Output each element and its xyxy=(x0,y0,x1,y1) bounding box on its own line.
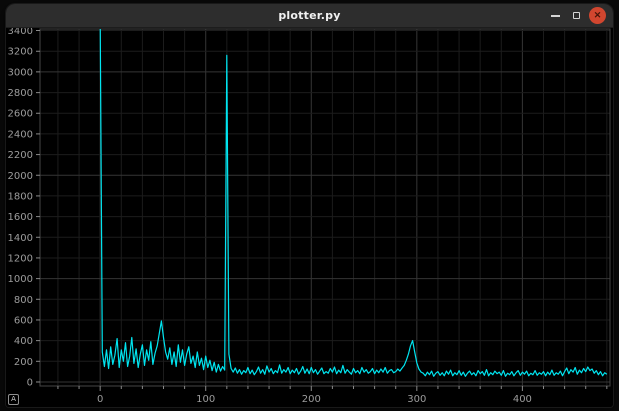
app-window: plotter.py ✕ 0 100 200 300 400 0 200 400 600 800 1… xyxy=(6,4,613,407)
y-tick-label: 2000 xyxy=(8,171,33,182)
y-tick-label: 200 xyxy=(14,357,33,368)
plot-canvas[interactable]: 0 100 200 300 400 0 200 400 600 800 1000 1200 1400 16… xyxy=(6,28,613,407)
y-tick-label: 800 xyxy=(14,295,33,306)
x-tick-label: 400 xyxy=(513,394,532,405)
x-tick-label: 100 xyxy=(196,394,215,405)
close-icon: ✕ xyxy=(594,11,602,20)
y-tick-label: 2200 xyxy=(8,150,33,161)
maximize-icon xyxy=(573,12,580,19)
minimize-button[interactable] xyxy=(547,7,564,24)
y-tick-label: 400 xyxy=(14,336,33,347)
plot-border xyxy=(40,29,610,386)
y-tick-label: 2600 xyxy=(8,109,33,120)
titlebar[interactable]: plotter.py ✕ xyxy=(6,4,613,28)
desktop-background: plotter.py ✕ 0 100 200 300 400 0 200 400 600 800 1… xyxy=(0,0,619,411)
maximize-button[interactable] xyxy=(568,7,585,24)
y-tick-label: 3400 xyxy=(8,28,33,37)
y-tick-label: 2400 xyxy=(8,129,33,140)
minimize-icon xyxy=(551,15,560,17)
y-tick-label: 1200 xyxy=(8,253,33,264)
y-tick-label: 2800 xyxy=(8,88,33,99)
y-tick-label: 600 xyxy=(14,315,33,326)
y-tick-label: 1600 xyxy=(8,212,33,223)
window-title: plotter.py xyxy=(278,9,340,22)
x-tick-label: 300 xyxy=(407,394,426,405)
autorange-button[interactable]: A xyxy=(8,394,19,405)
x-tick-label: 200 xyxy=(302,394,321,405)
plot-svg: 0 100 200 300 400 0 200 400 600 800 1000 1200 1400 16… xyxy=(6,28,613,407)
y-tick-label: 0 xyxy=(27,377,33,388)
y-tick-label: 3200 xyxy=(8,47,33,58)
close-button[interactable]: ✕ xyxy=(589,7,606,24)
x-tick-label: 0 xyxy=(97,394,103,405)
y-tick-label: 1800 xyxy=(8,191,33,202)
window-controls: ✕ xyxy=(547,4,606,27)
y-tick-label: 1000 xyxy=(8,274,33,285)
y-tick-label: 1400 xyxy=(8,233,33,244)
y-tick-label: 3000 xyxy=(8,67,33,78)
